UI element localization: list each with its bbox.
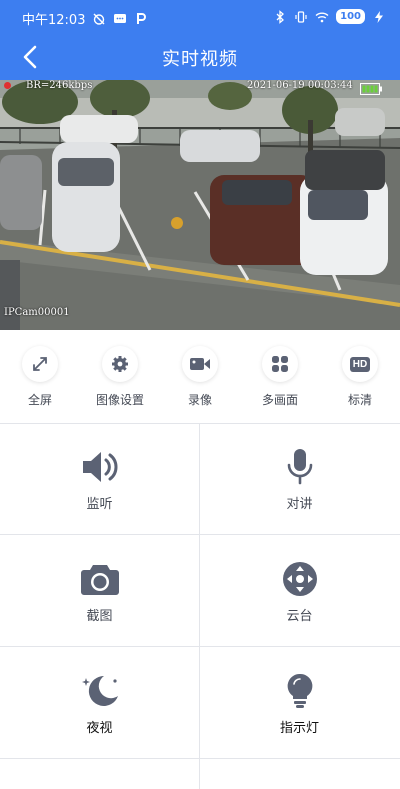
ptz-icon bbox=[282, 562, 317, 596]
video-bitrate: BR=246kbps bbox=[26, 80, 93, 91]
multi-view-label: 多画面 bbox=[261, 393, 298, 407]
image-settings-button[interactable]: 图像设置 bbox=[90, 346, 150, 408]
status-time: 中午12:03 bbox=[22, 13, 86, 28]
video-timestamp: 2021-06-19 00:03:44 bbox=[247, 80, 353, 91]
indicator-light-button[interactable]: 指示灯 bbox=[200, 647, 399, 758]
moon-icon bbox=[81, 675, 118, 706]
charging-icon bbox=[375, 10, 383, 23]
fullscreen-label: 全屏 bbox=[27, 393, 52, 407]
page-title: 实时视频 bbox=[162, 49, 238, 70]
night-vision-label: 夜视 bbox=[86, 721, 113, 736]
bluetooth-icon bbox=[276, 9, 285, 24]
wifi-icon bbox=[315, 12, 329, 22]
quality-label: 标清 bbox=[347, 393, 372, 407]
gear-icon bbox=[112, 356, 128, 372]
vibrate-icon bbox=[295, 10, 307, 23]
signal-battery-icon bbox=[360, 83, 382, 95]
camera-name: IPCam00001 bbox=[4, 307, 70, 318]
record-button[interactable]: 录像 bbox=[170, 346, 230, 408]
control-grid: 监听 对讲 截图 云台 夜视 指示灯 bbox=[0, 423, 400, 789]
camera-icon bbox=[80, 565, 119, 595]
listen-label: 监听 bbox=[86, 497, 113, 512]
multi-view-button[interactable]: 多画面 bbox=[250, 346, 310, 408]
status-bar: 中午12:03 100 bbox=[0, 0, 400, 35]
grid-icon bbox=[272, 356, 288, 372]
record-label: 录像 bbox=[187, 393, 212, 407]
image-settings-label: 图像设置 bbox=[95, 393, 144, 407]
ptz-label: 云台 bbox=[286, 609, 313, 624]
camera-feed-image bbox=[0, 80, 400, 330]
live-video-view[interactable]: BR=246kbps 2021-06-19 00:03:44 IPCam0000… bbox=[0, 80, 400, 330]
message-icon bbox=[114, 13, 127, 23]
quick-toolbar: 全屏 图像设置 录像 多画面 HD 标清 bbox=[0, 330, 400, 423]
talk-button[interactable]: 对讲 bbox=[200, 423, 399, 534]
fullscreen-icon bbox=[33, 357, 47, 371]
hd-icon: HD bbox=[349, 356, 371, 372]
parking-app-icon bbox=[137, 12, 147, 24]
video-camera-icon bbox=[190, 358, 210, 370]
fullscreen-button[interactable]: 全屏 bbox=[10, 346, 70, 408]
microphone-icon bbox=[287, 449, 312, 485]
nav-bar: 实时视频 bbox=[0, 35, 400, 80]
speaker-icon bbox=[82, 452, 117, 482]
quality-button[interactable]: HD 标清 bbox=[330, 346, 390, 408]
screenshot-button[interactable]: 截图 bbox=[0, 535, 199, 646]
night-vision-button[interactable]: 夜视 bbox=[0, 647, 199, 758]
screenshot-label: 截图 bbox=[86, 609, 113, 624]
ptz-button[interactable]: 云台 bbox=[200, 535, 399, 646]
battery-indicator: 100 bbox=[336, 9, 365, 24]
lightbulb-icon bbox=[287, 673, 312, 708]
talk-label: 对讲 bbox=[286, 497, 313, 512]
recording-indicator-icon bbox=[4, 81, 11, 92]
alarm-off-icon bbox=[93, 13, 105, 25]
indicator-light-label: 指示灯 bbox=[279, 721, 319, 736]
listen-button[interactable]: 监听 bbox=[0, 423, 199, 534]
